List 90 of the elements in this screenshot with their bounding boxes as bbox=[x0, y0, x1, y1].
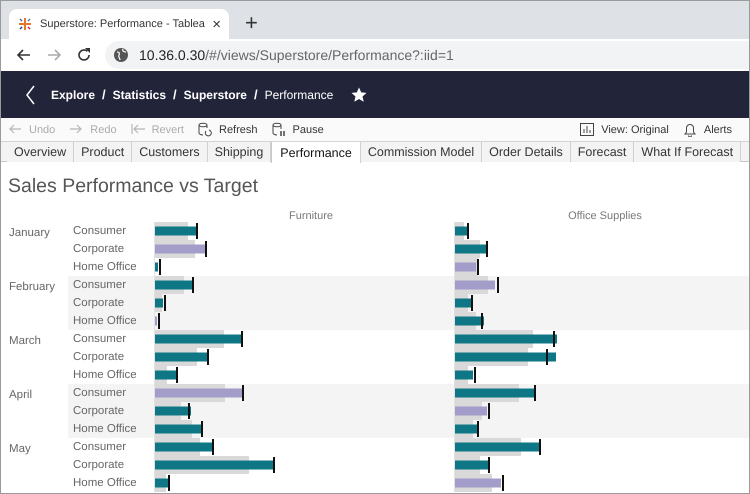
url-text: 10.36.0.30/#/views/Superstore/Performance?:iid=1 bbox=[139, 47, 454, 63]
target-marker bbox=[158, 313, 160, 329]
target-marker bbox=[205, 241, 207, 257]
segment-label: Consumer bbox=[72, 225, 128, 237]
reload-icon[interactable] bbox=[76, 47, 92, 63]
target-marker bbox=[273, 457, 275, 473]
sheet-tab[interactable]: Forecast bbox=[570, 142, 634, 162]
database-pause-icon bbox=[270, 122, 287, 137]
segment-label: Corporate bbox=[72, 405, 126, 417]
target-marker bbox=[192, 277, 194, 293]
target-marker bbox=[486, 241, 488, 257]
view-title: Sales Performance vs Target bbox=[7, 174, 260, 199]
breadcrumb-link[interactable]: Explore bbox=[51, 88, 96, 102]
segment-label: Home Office bbox=[72, 261, 138, 273]
sheet-tab[interactable]: Shipping bbox=[208, 142, 272, 162]
month-label: February bbox=[8, 280, 56, 295]
target-marker bbox=[212, 439, 214, 455]
target-marker bbox=[159, 259, 161, 275]
segment-label: Corporate bbox=[72, 351, 126, 363]
target-marker bbox=[207, 349, 209, 365]
segment-label: Home Office bbox=[72, 423, 138, 435]
segment-label: Corporate bbox=[72, 243, 126, 255]
breadcrumb-separator: / bbox=[102, 87, 106, 102]
new-tab-button[interactable]: + bbox=[239, 12, 264, 34]
revert-arrow-icon bbox=[130, 122, 146, 137]
refresh-button[interactable]: Refresh bbox=[197, 122, 265, 137]
breadcrumb-current: Performance bbox=[264, 88, 334, 102]
sheet-tab[interactable]: Customers bbox=[132, 142, 208, 162]
target-marker bbox=[481, 313, 483, 329]
target-marker bbox=[176, 367, 178, 383]
column-header: Furniture bbox=[288, 210, 334, 222]
month-label: April bbox=[8, 388, 34, 403]
month-label: March bbox=[8, 334, 42, 349]
target-marker bbox=[546, 349, 548, 365]
target-marker bbox=[477, 259, 479, 275]
target-marker bbox=[188, 403, 190, 419]
sheet-tab[interactable]: Overview bbox=[7, 142, 74, 162]
close-icon[interactable]: × bbox=[212, 16, 221, 32]
segment-label: Corporate bbox=[72, 459, 126, 471]
month-label: January bbox=[8, 226, 51, 241]
segment-label: Consumer bbox=[72, 387, 128, 399]
sheet-tab[interactable]: What If Forecast bbox=[634, 142, 742, 162]
alerts-button[interactable]: Alerts bbox=[682, 122, 739, 137]
bell-icon bbox=[682, 122, 698, 137]
target-marker bbox=[196, 223, 198, 239]
target-marker bbox=[241, 331, 243, 347]
segment-label: Home Office bbox=[72, 369, 138, 381]
target-marker bbox=[474, 367, 476, 383]
target-marker bbox=[242, 385, 244, 401]
target-marker bbox=[502, 475, 504, 491]
breadcrumb-link[interactable]: Superstore bbox=[184, 88, 247, 102]
site-logo-icon bbox=[17, 16, 33, 32]
sheet-tab[interactable]: Performance bbox=[271, 142, 361, 163]
target-marker bbox=[168, 475, 170, 491]
pause-button[interactable]: Pause bbox=[270, 122, 331, 137]
database-refresh-icon bbox=[197, 122, 213, 137]
target-marker bbox=[471, 295, 473, 311]
breadcrumb-link[interactable]: Statistics bbox=[112, 88, 166, 102]
target-marker bbox=[467, 223, 469, 239]
segment-label: Home Office bbox=[72, 477, 138, 489]
breadcrumb-separator: / bbox=[254, 87, 258, 102]
target-marker bbox=[488, 403, 490, 419]
target-marker bbox=[201, 421, 203, 437]
target-marker bbox=[539, 439, 541, 455]
column-header: Office Supplies bbox=[568, 210, 642, 222]
target-marker bbox=[497, 277, 499, 293]
target-marker bbox=[534, 385, 536, 401]
url-field[interactable]: 10.36.0.30/#/views/Superstore/Performance?:iid=1 bbox=[105, 41, 749, 69]
back-icon[interactable] bbox=[16, 47, 32, 63]
back-chevron-icon[interactable] bbox=[25, 84, 37, 106]
tab-title: Superstore: Performance - Tablea bbox=[40, 18, 206, 30]
breadcrumb-separator: / bbox=[173, 87, 177, 102]
star-icon[interactable] bbox=[351, 86, 368, 102]
segment-label: Consumer bbox=[72, 279, 128, 291]
target-marker bbox=[488, 457, 490, 473]
sheet-tab[interactable]: Commission Model bbox=[360, 142, 482, 162]
browser-tab[interactable]: Superstore: Performance - Tablea × bbox=[9, 9, 229, 39]
target-marker bbox=[164, 295, 166, 311]
target-marker bbox=[553, 331, 555, 347]
bar-chart-icon bbox=[579, 122, 596, 137]
month-label: May bbox=[8, 442, 32, 457]
sheet-tab[interactable]: Product bbox=[74, 142, 132, 162]
sheet-tab[interactable]: Order Details bbox=[482, 142, 571, 162]
segment-label: Consumer bbox=[72, 333, 128, 345]
segment-label: Home Office bbox=[72, 315, 138, 327]
globe-icon bbox=[113, 47, 129, 63]
segment-label: Consumer bbox=[72, 441, 128, 453]
view-button[interactable]: View: Original bbox=[579, 122, 676, 137]
segment-label: Corporate bbox=[72, 297, 126, 309]
target-marker bbox=[477, 421, 479, 437]
